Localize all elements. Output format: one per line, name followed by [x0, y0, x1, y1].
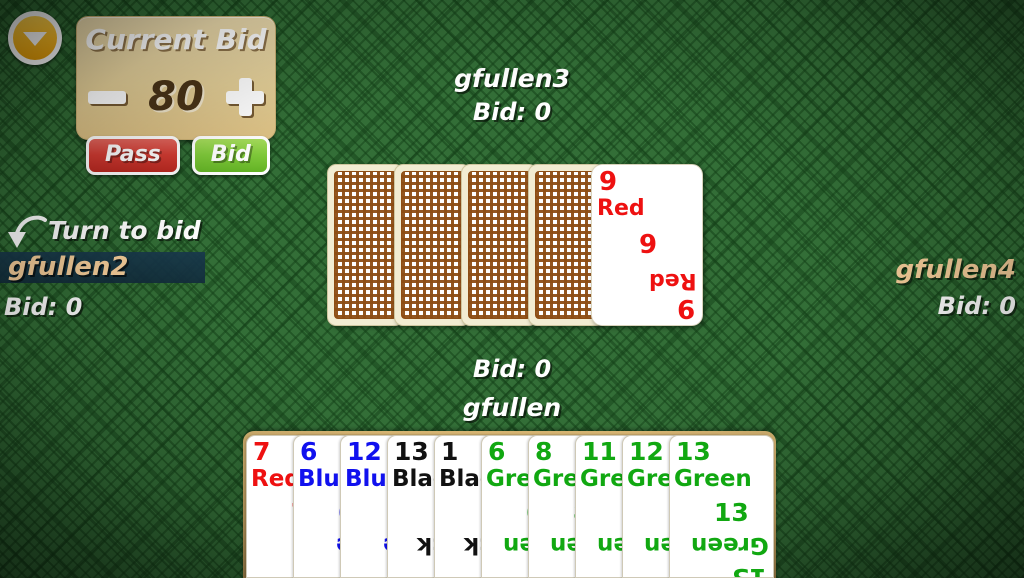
played-card-rank-bottom: 9	[676, 293, 695, 323]
played-card-rank-top: 9	[599, 167, 618, 197]
trick-card-face-down	[394, 164, 471, 326]
hand-card-rank-center: 13	[714, 498, 749, 527]
card-back-plaid-icon	[535, 171, 598, 319]
player-left-bid: Bid: 0	[4, 293, 83, 321]
curved-arrow-down-left-icon	[8, 215, 47, 248]
played-card: 9 Red 9 Red 9	[591, 164, 703, 326]
bid-button[interactable]: Bid	[191, 136, 270, 175]
hand-card[interactable]: 13 Green 13 Green 13	[669, 435, 774, 578]
bid-action-buttons: Pass Bid	[86, 136, 272, 175]
turn-to-bid-label: Turn to bid	[48, 216, 201, 245]
current-bid-title: Current Bid	[85, 23, 267, 56]
hand-card-rank-top: 12	[347, 437, 382, 466]
hand-card-suit-bottom: Green	[691, 532, 769, 558]
player-top-name: gfullen3	[454, 64, 570, 93]
hand-card-rank-top: 1	[441, 437, 459, 466]
chevron-down-triangle-icon	[23, 32, 47, 46]
hand-card-suit-top: Green	[674, 466, 752, 492]
player-right-name: gfullen4	[895, 255, 1017, 285]
played-card-suit-top: Red	[597, 196, 645, 221]
player-right-bid: Bid: 0	[937, 292, 1016, 320]
played-card-suit-bottom: Red	[649, 268, 697, 293]
player-self-name: gfullen	[462, 393, 562, 422]
menu-button[interactable]	[8, 11, 62, 65]
game-table: Current Bid 80 Pass Bid Turn to bid gful…	[0, 0, 1024, 578]
hand-card-rank-top: 6	[300, 437, 318, 466]
card-back-plaid-icon	[401, 171, 464, 319]
pass-button[interactable]: Pass	[86, 136, 180, 175]
trick-card-face-down	[461, 164, 538, 326]
hand-card-rank-top: 13	[394, 437, 429, 466]
player-left-name: gfullen2	[8, 252, 129, 282]
card-back-plaid-icon	[334, 171, 397, 319]
hand-card-rank-top: 13	[676, 437, 711, 466]
hand-card-rank-top: 8	[535, 437, 553, 466]
player-self-bid: Bid: 0	[472, 355, 552, 383]
hand-card-rank-top: 7	[253, 437, 271, 466]
trick-card-face-down	[327, 164, 404, 326]
hand-cards: 7Red7Red76Blue6Blue612Blue12Blue1213Blac…	[246, 435, 774, 578]
hand-card-rank-bottom: 13	[732, 563, 767, 578]
hand-card-rank-top: 11	[582, 437, 617, 466]
trick-pile: 9 Red 9 Red 9	[327, 164, 703, 326]
hand-panel: 7Red7Red76Blue6Blue612Blue12Blue1213Blac…	[243, 431, 776, 578]
hand-card-rank-top: 6	[488, 437, 506, 466]
menu-button-disc	[13, 16, 57, 60]
hand-card-rank-top: 12	[629, 437, 664, 466]
card-back-plaid-icon	[468, 171, 531, 319]
player-top-bid: Bid: 0	[472, 98, 552, 126]
played-card-rank-center: 9	[639, 230, 658, 260]
